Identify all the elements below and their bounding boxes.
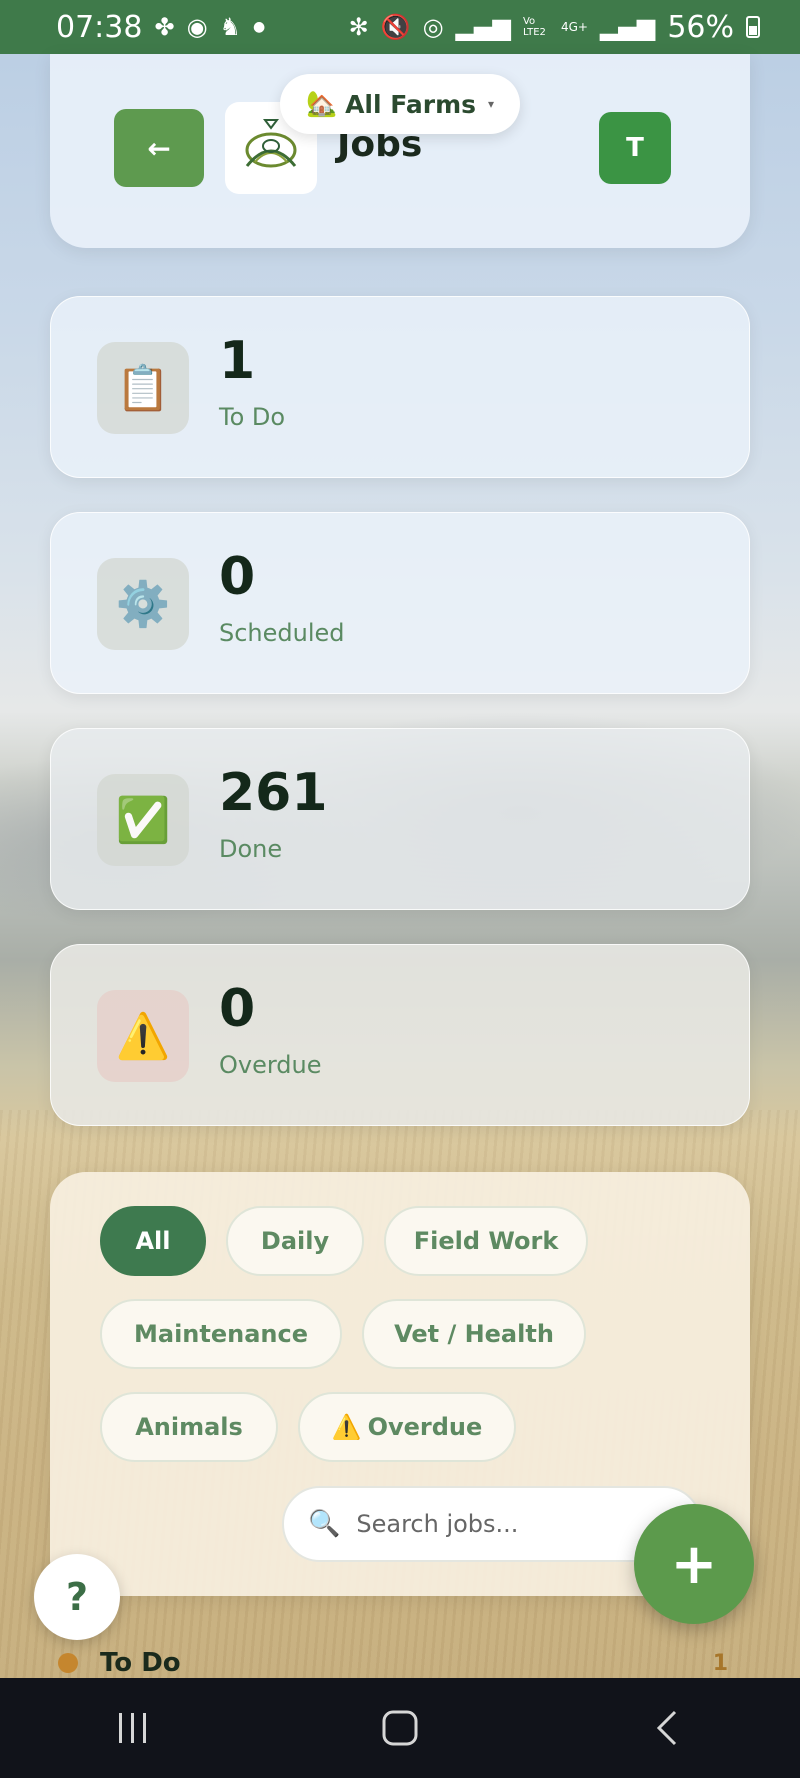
add-job-button[interactable]: +	[634, 1504, 754, 1624]
status-bar-left: 07:38 ✤ ◉ ♞ ●	[56, 10, 265, 45]
filter-chip-field-work[interactable]: Field Work	[384, 1206, 588, 1276]
back-nav-button[interactable]	[607, 1688, 727, 1768]
chip-label: Animals	[135, 1413, 243, 1441]
chip-label: Overdue	[367, 1413, 483, 1441]
filter-chip-all[interactable]: All	[100, 1206, 206, 1276]
hotspot-icon: ◎	[422, 13, 444, 41]
check-icon: ✅	[97, 774, 189, 866]
avatar[interactable]: T	[599, 112, 671, 184]
network-label: 4G+	[560, 20, 588, 34]
stat-value: 0	[219, 979, 256, 1039]
chip-label: Vet / Health	[394, 1320, 554, 1348]
stat-card-overdue[interactable]: ⚠️ 0 Overdue	[50, 944, 750, 1126]
stat-card-done[interactable]: ✅ 261 Done	[50, 728, 750, 910]
help-button[interactable]: ?	[34, 1554, 120, 1640]
back-button[interactable]: ←	[114, 109, 204, 187]
back-icon	[656, 1710, 676, 1746]
volte-label: Vo LTE2	[522, 16, 546, 38]
search-icon: 🔍	[308, 1509, 341, 1539]
filter-chip-animals[interactable]: Animals	[100, 1392, 278, 1462]
stat-card-scheduled[interactable]: ⚙️ 0 Scheduled	[50, 512, 750, 694]
notification-icon: ♞	[219, 13, 242, 41]
chip-label: All	[135, 1227, 171, 1255]
filter-chip-daily[interactable]: Daily	[226, 1206, 364, 1276]
stat-value: 0	[219, 547, 256, 607]
whatsapp-icon: ◉	[186, 13, 208, 41]
mute-icon: 🔇	[380, 13, 411, 41]
warning-icon: ⚠️	[331, 1413, 362, 1441]
home-button[interactable]	[340, 1688, 460, 1768]
stat-label: Done	[219, 835, 283, 863]
stat-label: Scheduled	[219, 619, 345, 647]
system-nav-bar	[0, 1678, 800, 1778]
filter-chip-vet-health[interactable]: Vet / Health	[362, 1299, 586, 1369]
section-count: 1	[712, 1650, 728, 1676]
stat-value: 1	[219, 331, 256, 391]
section-title: To Do	[100, 1648, 181, 1678]
farm-selector-label: All Farms	[345, 89, 477, 119]
status-bar: 07:38 ✤ ◉ ♞ ● ✻ 🔇 ◎ ▂▄▆ Vo LTE2 4G+ ▂▄▆ …	[0, 0, 800, 54]
battery-icon	[746, 16, 760, 38]
bluetooth-icon: ✻	[348, 13, 369, 41]
filter-chip-overdue[interactable]: ⚠️ Overdue	[298, 1392, 516, 1462]
home-icon	[382, 1710, 418, 1746]
stat-label: Overdue	[219, 1051, 322, 1079]
section-header-todo[interactable]: To Do 1	[58, 1646, 728, 1680]
chip-label: Field Work	[413, 1227, 559, 1255]
battery-level: 56%	[667, 9, 734, 45]
stat-value: 261	[219, 763, 328, 823]
status-bar-right: ✻ 🔇 ◎ ▂▄▆ Vo LTE2 4G+ ▂▄▆ 56%	[349, 10, 760, 45]
recents-icon	[119, 1713, 147, 1743]
recent-apps-button[interactable]	[73, 1688, 193, 1768]
farm-house-icon: 🏡	[305, 89, 338, 118]
filter-chip-maintenance[interactable]: Maintenance	[100, 1299, 342, 1369]
status-dot	[58, 1653, 78, 1673]
stat-label: To Do	[219, 403, 286, 431]
signal-icon: ▂▄▆	[455, 13, 511, 41]
farm-selector[interactable]: 🏡 All Farms ▾	[280, 74, 520, 134]
status-time: 07:38	[56, 9, 143, 45]
chevron-down-icon: ▾	[488, 97, 495, 111]
signal-icon: ▂▄▆	[599, 13, 656, 41]
clipboard-icon: 📋	[97, 342, 189, 434]
stat-card-todo[interactable]: 📋 1 To Do	[50, 296, 750, 478]
chip-label: Maintenance	[133, 1320, 308, 1348]
warning-icon: ⚠️	[97, 990, 189, 1082]
pinwheel-icon: ✤	[154, 13, 175, 41]
gear-icon: ⚙️	[97, 558, 189, 650]
search-input[interactable]	[356, 1510, 637, 1538]
chip-label: Daily	[260, 1227, 330, 1255]
dot-icon: ●	[253, 19, 266, 35]
